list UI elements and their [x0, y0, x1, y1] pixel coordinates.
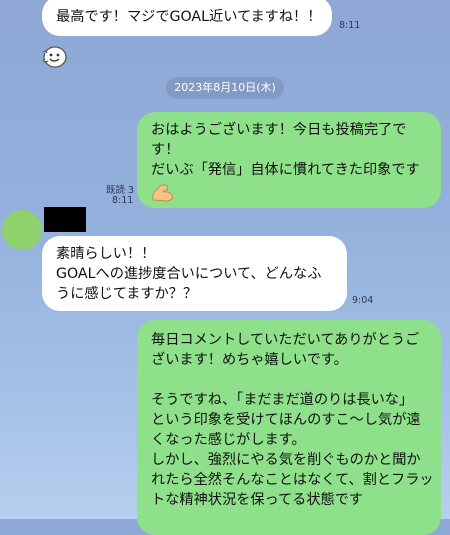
message-text-line: GOALへの進捗度合いについて、どんなふ [56, 266, 322, 282]
redacted-sender-name [44, 207, 86, 232]
message-text-line: れたら全然そんなことはなくて、割とフラッ [151, 472, 434, 488]
message-text-line: うに感じてますか？？ [56, 286, 198, 302]
chat-area: 最高です！マジでGOAL近いてますね！！ 8:11 2023年8月10日(木) … [0, 0, 450, 535]
sender-avatar[interactable] [2, 210, 42, 250]
message-text: 最高です！マジでGOAL近いてますね！！ [56, 9, 322, 25]
read-receipt: 既読 3 [106, 185, 135, 196]
flexed-biceps-icon [152, 184, 173, 202]
message-text-line: しかし、強烈にやる気を削ぐものかと聞か [151, 452, 421, 468]
message-time: 8:11 [112, 195, 134, 206]
message-time: 8:11 [339, 20, 361, 31]
message-text-line: 素晴らしい！！ [56, 246, 156, 262]
incoming-message-bubble[interactable]: 素晴らしい！！ GOALへの進捗度合いについて、どんなふ うに感じてますか？？ [42, 236, 347, 311]
message-time: 9:04 [352, 295, 374, 306]
message-text-line: す！ [151, 142, 180, 158]
message-text-line: トな精神状況を保ってる状態です [151, 492, 364, 508]
message-text-line: だいぶ「発信」自体に慣れてきた印象です [151, 162, 420, 178]
message-text-line: 毎日コメントしていただいてありがとうご [151, 332, 420, 348]
message-text-line: そうですね、「まだまだ道のりは長いな」 [151, 392, 414, 408]
message-text-line: ざいます！めちゃ嬉しいです。 [151, 352, 348, 368]
message-text-line: おはようございます！今日も投稿完了で [151, 122, 407, 138]
incoming-message-bubble[interactable]: 最高です！マジでGOAL近いてますね！！ [42, 0, 332, 36]
message-text-line: くなった感じがします。 [151, 432, 306, 448]
smiling-face-sticker-icon[interactable] [40, 44, 68, 70]
outgoing-message-bubble[interactable]: おはようございます！今日も投稿完了で す！ だいぶ「発信」自体に慣れてきた印象で… [137, 112, 441, 208]
message-text-line: という印象を受けてほんのすこ〜し気が遠 [151, 412, 421, 428]
date-separator: 2023年8月10日(木) [166, 77, 284, 99]
outgoing-message-bubble[interactable]: 毎日コメントしていただいてありがとうご ざいます！めちゃ嬉しいです。 そうですね… [137, 320, 441, 535]
